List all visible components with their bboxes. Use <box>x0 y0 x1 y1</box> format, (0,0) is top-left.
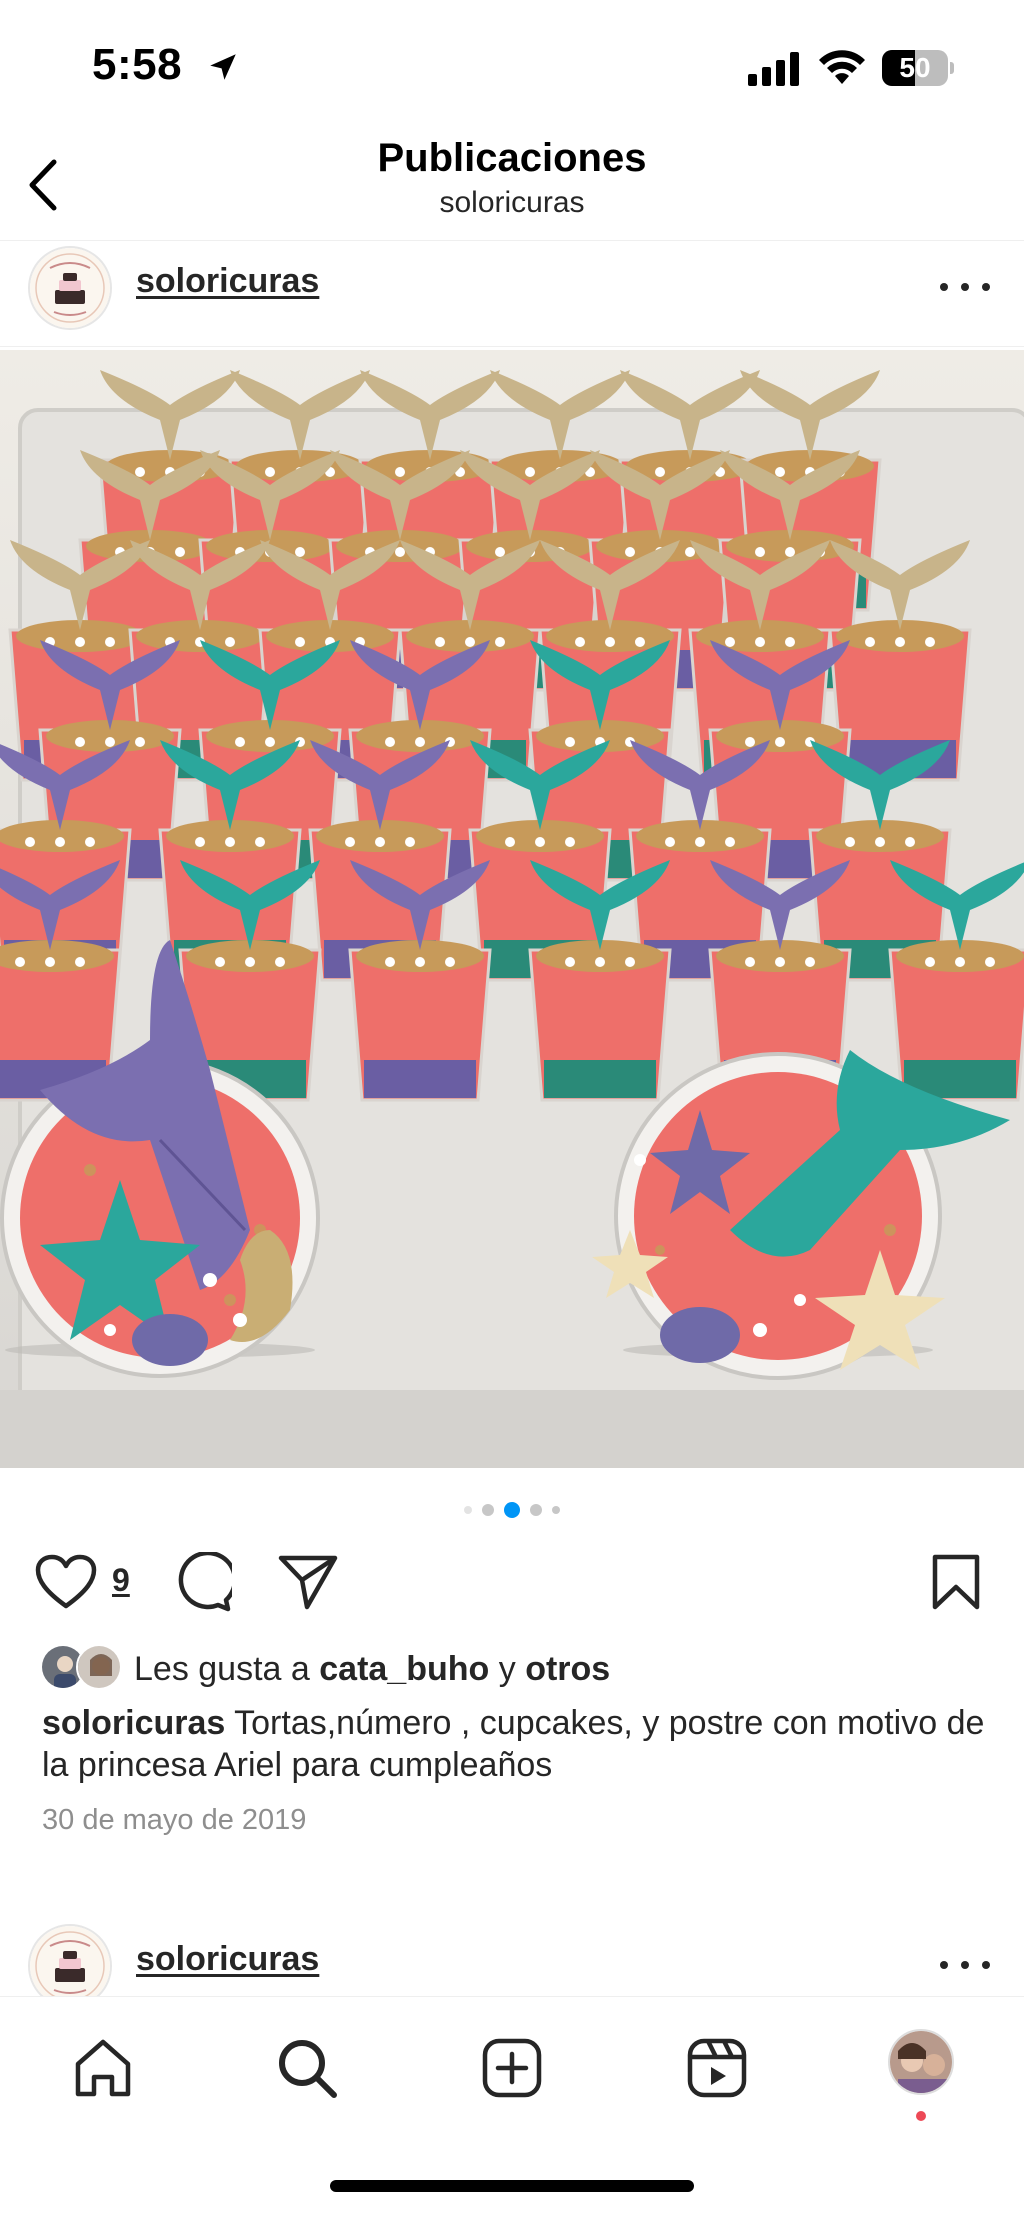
page-subtitle: soloricuras <box>439 186 585 219</box>
share-button[interactable] <box>276 1550 340 1614</box>
pager-dot <box>504 1502 520 1518</box>
notification-dot <box>916 2111 926 2121</box>
liked-by-text: Les gusta a cata_buho y otros <box>134 1650 610 1689</box>
liker-avatar <box>76 1644 122 1690</box>
search-icon <box>279 2040 337 2098</box>
page-title: Publicaciones <box>377 136 647 180</box>
location-arrow-icon <box>210 54 236 80</box>
wifi-icon <box>819 50 865 84</box>
pager-dot <box>552 1506 560 1514</box>
pager-dot <box>464 1506 472 1514</box>
ellipsis-dot <box>940 1961 948 1969</box>
battery-tip <box>950 62 954 74</box>
save-button[interactable] <box>924 1550 988 1614</box>
avatar[interactable] <box>28 246 112 330</box>
ellipsis-dot <box>961 283 969 291</box>
like-button[interactable] <box>34 1550 98 1614</box>
post-username[interactable]: soloricuras <box>136 262 319 301</box>
reels-icon <box>687 2038 747 2098</box>
photo-mermaid-dessert-cups <box>0 350 1024 1468</box>
battery-icon: 50 <box>882 50 954 86</box>
liked-by-others[interactable]: otros <box>525 1650 610 1688</box>
heart-icon <box>35 1554 97 1609</box>
bookmark-icon <box>932 1554 980 1610</box>
pager-dot <box>482 1504 494 1516</box>
liked-by-prefix: Les gusta a <box>134 1650 320 1688</box>
post-actions: 9 <box>0 1540 1024 1620</box>
liker-photo-icon <box>78 1646 120 1688</box>
battery-body: 50 <box>882 50 948 86</box>
liked-by-user[interactable]: cata_buho <box>319 1650 489 1688</box>
tab-reels[interactable] <box>682 2033 752 2103</box>
post-username[interactable]: soloricuras <box>136 1940 319 1979</box>
comment-button[interactable] <box>170 1550 234 1614</box>
post-photo[interactable] <box>0 350 1024 1468</box>
like-count[interactable]: 9 <box>112 1562 130 1599</box>
create-icon <box>482 2038 542 2098</box>
status-time: 5:58 <box>92 40 183 89</box>
home-indicator <box>330 2180 694 2192</box>
caption-username[interactable]: soloricuras <box>42 1704 225 1742</box>
battery-percent: 50 <box>899 52 931 83</box>
status-bar: 5:58 50 <box>0 0 1024 130</box>
post-header: soloricuras <box>0 236 1024 336</box>
bakery-logo-icon <box>30 1926 110 2006</box>
liked-by-row[interactable]: Les gusta a cata_buho y otros <box>40 1644 1000 1696</box>
share-icon <box>278 1555 338 1610</box>
tab-profile[interactable] <box>888 2029 954 2095</box>
bakery-logo-icon <box>30 248 110 328</box>
tab-create[interactable] <box>477 2033 547 2103</box>
tab-search[interactable] <box>272 2033 342 2103</box>
liked-by-middle: y <box>489 1650 526 1688</box>
ellipsis-dot <box>961 1961 969 1969</box>
ellipsis-dot <box>982 283 990 291</box>
pager-dot <box>530 1504 542 1516</box>
tab-home[interactable] <box>68 2033 138 2103</box>
more-options-button[interactable] <box>940 1950 990 1980</box>
ellipsis-dot <box>982 1961 990 1969</box>
more-options-button[interactable] <box>940 272 990 302</box>
post-header-divider <box>0 346 1024 347</box>
ellipsis-dot <box>940 283 948 291</box>
home-icon <box>75 2039 131 2097</box>
post-caption: soloricuras Tortas,número , cupcakes, y … <box>42 1702 992 1786</box>
carousel-pager <box>0 1500 1024 1520</box>
comment-icon <box>178 1552 232 1612</box>
profile-avatar <box>890 2031 952 2093</box>
nav-header: Publicaciones soloricuras <box>0 130 1024 240</box>
cellular-signal-icon <box>748 52 799 86</box>
post-date: 30 de mayo de 2019 <box>42 1804 307 1836</box>
